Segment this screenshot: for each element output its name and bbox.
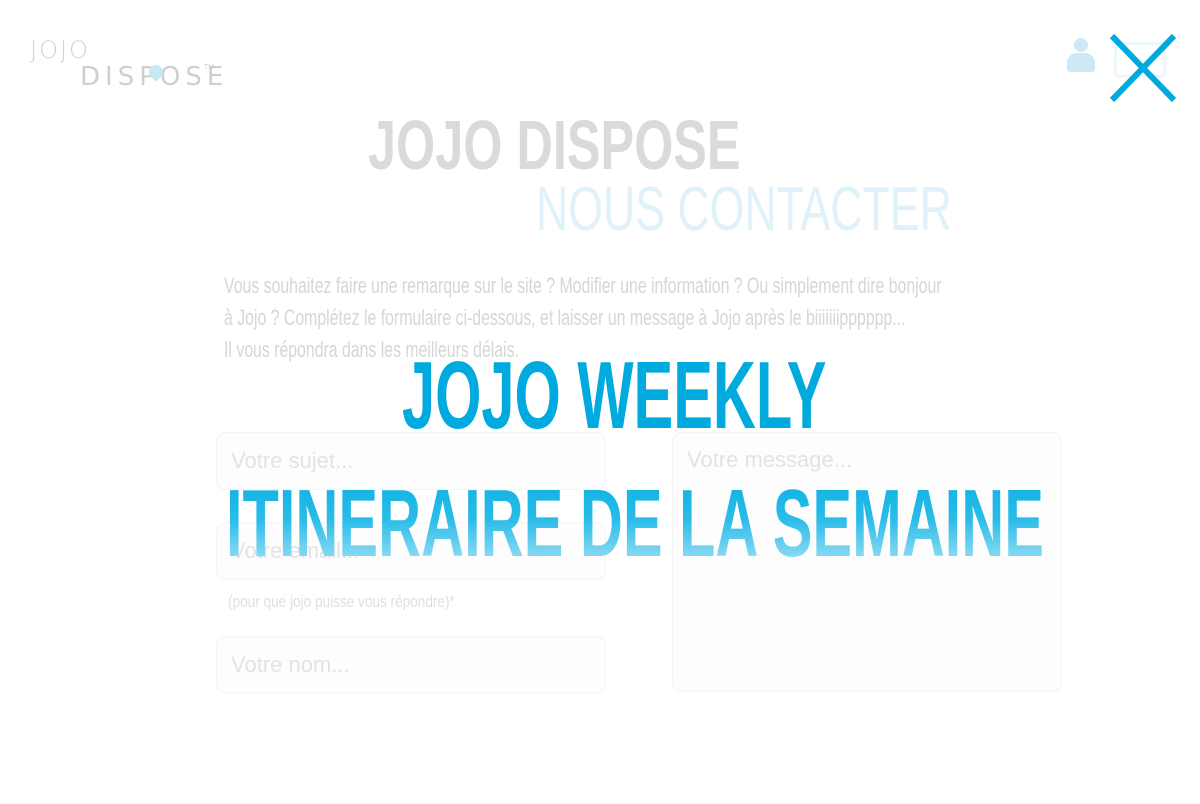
intro-text: Vous souhaitez faire une remarque sur le…: [224, 270, 1059, 366]
close-icon: [1109, 33, 1177, 103]
section-title: NOUS CONTACTER: [536, 175, 952, 244]
name-field: [216, 636, 606, 694]
logo-trademark: TM: [204, 64, 215, 71]
subject-field: [216, 432, 606, 490]
page: JOJO DISPOSE TM JOJO DISPOSE NOUS CONTAC…: [0, 0, 1200, 804]
message-field: [672, 432, 1062, 692]
intro-line: à Jojo ? Complétez le formulaire ci-dess…: [224, 305, 906, 330]
user-icon-body: [1067, 53, 1095, 72]
email-field: [216, 522, 606, 580]
logo-jojo-text: JOJO: [30, 36, 90, 64]
email-input[interactable]: [217, 523, 605, 579]
user-icon-head: [1074, 38, 1088, 52]
subject-input[interactable]: [217, 433, 605, 489]
email-hint: (pour que jojo puisse vous répondre)*: [228, 592, 455, 611]
close-button[interactable]: [1104, 30, 1184, 108]
user-icon[interactable]: [1066, 38, 1096, 74]
name-input[interactable]: [217, 637, 605, 693]
intro-line: Il vous répondra dans les meilleurs déla…: [224, 337, 519, 362]
message-textarea[interactable]: [673, 433, 1061, 691]
jojo-dispose-logo[interactable]: JOJO DISPOSE TM: [28, 36, 223, 98]
intro-line: Vous souhaitez faire une remarque sur le…: [224, 273, 942, 298]
